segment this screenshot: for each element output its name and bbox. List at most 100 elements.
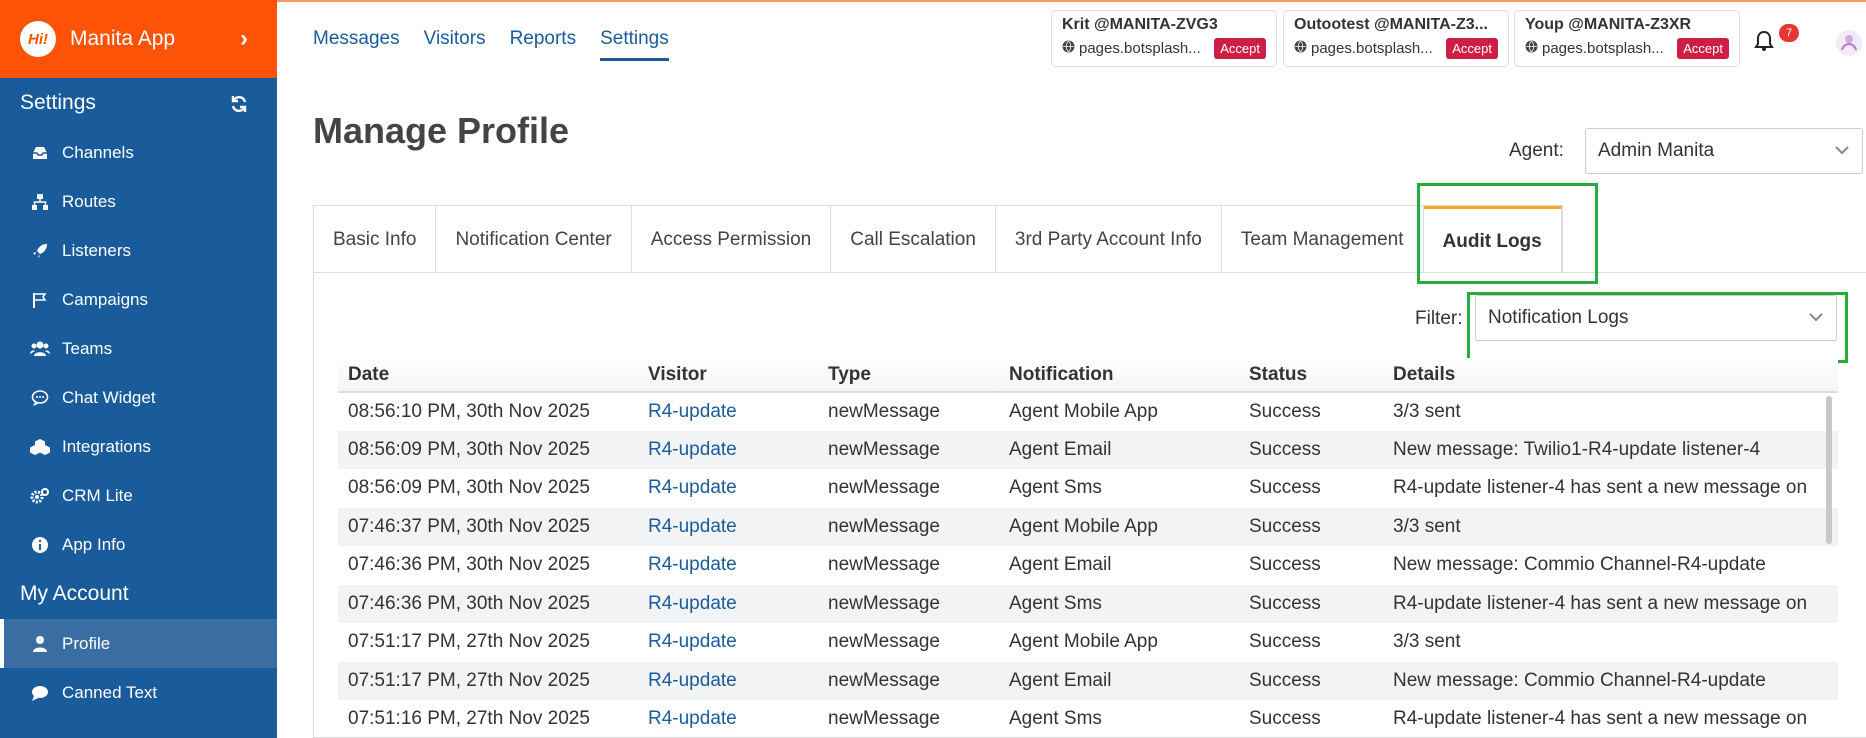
cell-visitor[interactable]: R4-update [638, 661, 818, 700]
chat-request-card[interactable]: Youp @MANITA-Z3XR pages.botsplash... Accep… [1514, 10, 1740, 67]
table-header-row: Date Visitor Type Notification Status Details [338, 358, 1838, 393]
brand-name: Manita App [70, 27, 176, 50]
cell-details: R4-update listener-4 has sent a new mess… [1393, 708, 1808, 730]
cell-details: R4-update listener-4 has sent a new mess… [1383, 584, 1838, 623]
column-header-details[interactable]: Details [1383, 358, 1838, 393]
cell-status: Success [1239, 430, 1383, 469]
cell-notification: Agent Sms [1009, 477, 1102, 499]
cell-status: Success [1239, 507, 1383, 546]
sidebar-item-campaigns[interactable]: Campaigns [0, 275, 277, 324]
table-row[interactable]: 07:46:36 PM, 30th Nov 2025 R4-update newMe… [338, 546, 1838, 585]
flag-icon [30, 290, 50, 310]
cell-date: 07:51:16 PM, 27th Nov 2025 [348, 708, 590, 730]
cell-date: 07:46:36 PM, 30th Nov 2025 [338, 584, 638, 623]
cell-date: 08:56:09 PM, 30th Nov 2025 [338, 430, 638, 469]
highlight-filter-select [1467, 292, 1848, 363]
table-row[interactable]: 07:51:17 PM, 27th Nov 2025 R4-update newMe… [338, 661, 1838, 700]
tab-call-escalation[interactable]: Call Escalation [831, 206, 996, 273]
sidebar-item-app-info[interactable]: App Info [0, 520, 277, 569]
sidebar-item-profile[interactable]: Profile [0, 619, 277, 668]
tab-basic-info[interactable]: Basic Info [314, 206, 437, 273]
gears-icon [30, 486, 50, 506]
cell-visitor[interactable]: R4-update [638, 469, 818, 508]
sidebar-item-crm-lite[interactable]: CRM Lite [0, 471, 277, 520]
table-row[interactable]: 07:51:16 PM, 27th Nov 2025 R4-update newMe… [338, 700, 1838, 738]
table-row[interactable]: 08:56:09 PM, 30th Nov 2025 R4-update newMe… [338, 430, 1838, 469]
cubes-icon [30, 437, 50, 457]
table-row[interactable]: 07:46:36 PM, 30th Nov 2025 R4-update newMe… [338, 584, 1838, 623]
cell-visitor[interactable]: R4-update [638, 507, 818, 546]
comment-icon [30, 683, 50, 703]
nav-reports[interactable]: Reports [510, 28, 577, 61]
tab-access-permission[interactable]: Access Permission [632, 206, 832, 273]
sidebar-item-routes[interactable]: Routes [0, 177, 277, 226]
table-row[interactable]: 07:46:37 PM, 30th Nov 2025 R4-update newMe… [338, 507, 1838, 546]
chevron-down-icon [1835, 146, 1849, 155]
chat-request-card[interactable]: Outootest @MANITA-Z3... pages.botsplash..… [1283, 10, 1509, 67]
sidebar-item-listeners[interactable]: Listeners [0, 226, 277, 275]
nav-settings[interactable]: Settings [600, 28, 669, 61]
chat-request-row: pages.botsplash... Accept [1062, 38, 1266, 59]
rocket-icon [30, 241, 50, 261]
accept-button[interactable]: Accept [1214, 38, 1266, 59]
sidebar-item-teams[interactable]: Teams [0, 324, 277, 373]
sidebar-item-channels[interactable]: Channels [0, 128, 277, 177]
cell-notification: Agent Sms [1009, 708, 1102, 730]
cell-details: New message: Commio Channel-R4-update [1383, 661, 1838, 700]
accept-button[interactable]: Accept [1677, 38, 1729, 59]
chevron-right-icon[interactable]: › [240, 25, 248, 53]
cell-notification: Agent Mobile App [1009, 400, 1158, 422]
cell-visitor[interactable]: R4-update [638, 546, 818, 585]
cell-visitor[interactable]: R4-update [638, 700, 818, 738]
cell-visitor[interactable]: R4-update [638, 392, 818, 431]
sidebar-item-label: Canned Text [62, 682, 158, 702]
column-header-type[interactable]: Type [818, 358, 999, 393]
agent-label: Agent: [1509, 140, 1564, 161]
table-row[interactable]: 08:56:10 PM, 30th Nov 2025 R4-update newMe… [338, 392, 1838, 431]
chat-request-row: pages.botsplash... Accept [1525, 38, 1729, 59]
column-header-status[interactable]: Status [1239, 358, 1383, 393]
refresh-icon[interactable] [229, 94, 249, 114]
cell-status: Success [1239, 584, 1383, 623]
sidebar-item-canned-text[interactable]: Canned Text [0, 668, 277, 717]
accept-button[interactable]: Accept [1446, 38, 1498, 59]
topbar-accent-line [277, 0, 1866, 2]
bell-icon[interactable] [1753, 30, 1775, 52]
cell-status: Success [1249, 477, 1321, 499]
sidebar-item-label: Listeners [62, 240, 131, 260]
tab-notification-center[interactable]: Notification Center [436, 206, 632, 273]
cell-type: newMessage [818, 661, 999, 700]
tab-team-management[interactable]: Team Management [1222, 206, 1424, 273]
table-row[interactable]: 07:51:17 PM, 27th Nov 2025 R4-update newMe… [338, 623, 1838, 662]
table-scrollbar[interactable] [1826, 396, 1832, 544]
cell-date: 08:56:09 PM, 30th Nov 2025 [348, 477, 590, 499]
cell-details: 3/3 sent [1393, 631, 1461, 653]
cell-status: Success [1239, 661, 1383, 700]
nav-visitors[interactable]: Visitors [424, 28, 486, 61]
cell-visitor[interactable]: R4-update [638, 623, 818, 662]
agent-select[interactable]: Admin Manita [1585, 128, 1863, 174]
page-title: Manage Profile [313, 110, 570, 151]
column-header-visitor[interactable]: Visitor [638, 358, 818, 393]
sitemap-icon [30, 192, 50, 212]
cell-visitor[interactable]: R4-update [638, 430, 818, 469]
info-icon [30, 535, 50, 555]
tab-3rd-party-account-info[interactable]: 3rd Party Account Info [996, 206, 1222, 273]
nav-messages[interactable]: Messages [313, 28, 400, 61]
cell-notification: Agent Email [999, 661, 1239, 700]
top-nav: Messages Visitors Reports Settings [313, 28, 669, 61]
avatar[interactable] [1834, 28, 1864, 58]
cell-notification: Agent Mobile App [1009, 631, 1158, 653]
table-row[interactable]: 08:56:09 PM, 30th Nov 2025 R4-update newMe… [338, 469, 1838, 508]
sidebar-item-integrations[interactable]: Integrations [0, 422, 277, 471]
column-header-date[interactable]: Date [338, 358, 638, 393]
column-header-notification[interactable]: Notification [999, 358, 1239, 393]
cell-type: newMessage [818, 584, 999, 623]
sidebar-item-label: Campaigns [62, 289, 148, 309]
cell-notification: Agent Sms [999, 584, 1239, 623]
brand-header[interactable]: Hi! Manita App › [0, 0, 277, 78]
sidebar-item-chat-widget[interactable]: Chat Widget [0, 373, 277, 422]
cell-date: 07:51:17 PM, 27th Nov 2025 [348, 631, 590, 653]
cell-visitor[interactable]: R4-update [638, 584, 818, 623]
chat-request-card[interactable]: Krit @MANITA-ZVG3 pages.botsplash... Accep… [1051, 10, 1277, 67]
